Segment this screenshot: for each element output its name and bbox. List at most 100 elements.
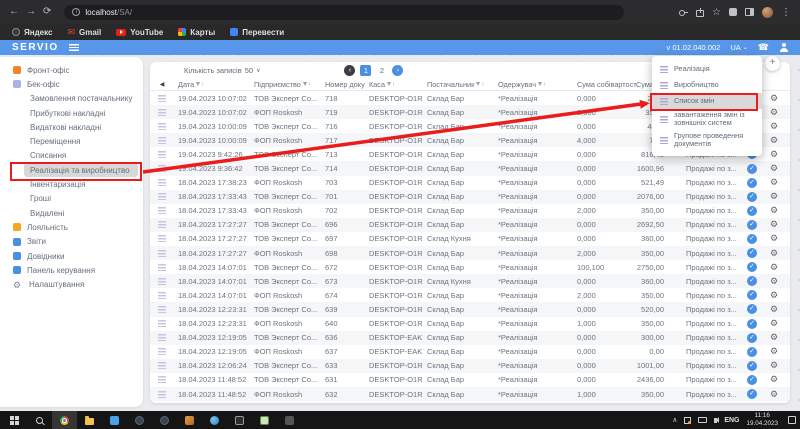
notification-center-icon[interactable] <box>788 416 796 424</box>
browser-menu-icon[interactable] <box>781 7 791 18</box>
table-row[interactable]: 18.04.2023 12:19:05 ТОВ Эксперт Со... 63… <box>150 331 790 345</box>
row-settings-gear-icon[interactable]: ⚙ <box>762 164 786 173</box>
menu-item[interactable]: Реалізація <box>652 61 762 77</box>
table-row[interactable]: 18.04.2023 17:27:27 ТОВ Эксперт Со... 69… <box>150 232 790 246</box>
posted-check-icon[interactable]: ✓ <box>747 220 757 230</box>
drag-handle-icon[interactable] <box>158 334 166 341</box>
sidebar-item[interactable]: Лояльність <box>0 220 143 234</box>
menu-item[interactable]: Групове проведення документів <box>652 130 762 151</box>
table-row[interactable]: 18.04.2023 17:27:27 ФОП Roskosh 698 DESK… <box>150 246 790 260</box>
app-button-1[interactable] <box>127 411 152 429</box>
row-settings-gear-icon[interactable]: ⚙ <box>762 333 786 342</box>
posted-check-icon[interactable]: ✓ <box>747 178 757 188</box>
drag-handle-icon[interactable] <box>158 151 166 158</box>
sidebar-item[interactable]: Бек-офіс <box>0 77 143 91</box>
row-settings-gear-icon[interactable]: ⚙ <box>762 192 786 201</box>
archive-button[interactable] <box>227 411 252 429</box>
row-settings-gear-icon[interactable]: ⚙ <box>762 108 786 117</box>
row-settings-gear-icon[interactable]: ⚙ <box>762 375 786 384</box>
drag-handle-icon[interactable] <box>158 193 166 200</box>
row-settings-gear-icon[interactable]: ⚙ <box>762 136 786 145</box>
drag-handle-icon[interactable] <box>158 306 166 313</box>
password-key-icon[interactable] <box>679 8 688 17</box>
extensions-icon[interactable] <box>729 8 737 16</box>
table-row[interactable]: 18.04.2023 14:07:01 ТОВ Эксперт Со... 67… <box>150 260 790 274</box>
app-button-3[interactable] <box>177 411 202 429</box>
filter-sort-icon[interactable]: ↓ <box>476 81 484 87</box>
posted-check-icon[interactable]: ✓ <box>747 234 757 244</box>
volume-icon[interactable] <box>714 418 717 423</box>
posted-check-icon[interactable]: ✓ <box>747 375 757 385</box>
hamburger-menu-icon[interactable] <box>69 44 79 51</box>
forward-icon[interactable]: → <box>26 7 36 17</box>
share-icon[interactable] <box>696 10 704 17</box>
photos-button[interactable] <box>102 411 127 429</box>
drag-handle-icon[interactable] <box>158 348 166 355</box>
drag-handle-icon[interactable] <box>158 165 166 172</box>
posted-check-icon[interactable]: ✓ <box>747 248 757 258</box>
back-icon[interactable]: ← <box>9 7 19 17</box>
sidebar-item[interactable]: Інвентаризація <box>0 177 143 191</box>
posted-check-icon[interactable]: ✓ <box>747 290 757 300</box>
site-info-icon[interactable]: i <box>72 8 80 16</box>
tray-chevron-up-icon[interactable]: ∧ <box>672 416 677 424</box>
column-header-date[interactable]: Дата↓ <box>174 80 250 89</box>
row-settings-gear-icon[interactable]: ⚙ <box>762 291 786 300</box>
posted-check-icon[interactable]: ✓ <box>747 262 757 272</box>
table-row[interactable]: 18.04.2023 17:33:43 ТОВ Эксперт Со... 70… <box>150 190 790 204</box>
drag-handle-icon[interactable] <box>158 221 166 228</box>
explorer-button[interactable] <box>77 411 102 429</box>
sidebar-item[interactable]: Реалізація та виробництво <box>24 163 138 177</box>
table-row[interactable]: 18.04.2023 17:27:27 ТОВ Эксперт Со... 69… <box>150 218 790 232</box>
row-settings-gear-icon[interactable]: ⚙ <box>762 249 786 258</box>
drag-handle-icon[interactable] <box>158 362 166 369</box>
sidebar-item[interactable]: Прибуткові накладні <box>0 106 143 120</box>
sidebar-item[interactable]: Фронт-офіс <box>0 63 143 77</box>
posted-check-icon[interactable]: ✓ <box>747 206 757 216</box>
posted-check-icon[interactable]: ✓ <box>747 347 757 357</box>
posted-check-icon[interactable]: ✓ <box>747 304 757 314</box>
bookmark[interactable]: Яндекс <box>12 28 52 37</box>
user-icon[interactable] <box>779 43 788 52</box>
table-row[interactable]: 18.04.2023 17:38:23 ФОП Roskosh 703 DESK… <box>150 176 790 190</box>
filter-sort-icon[interactable]: ↓ <box>387 81 395 87</box>
editor-button[interactable] <box>252 411 277 429</box>
bookmark[interactable]: Перевести <box>230 28 284 37</box>
menu-item[interactable]: завантаження змін із зовнішніх систем <box>652 109 762 130</box>
table-row[interactable]: 19.04.2023 9:36:42 ТОВ Эксперт Со... 714… <box>150 161 790 175</box>
sidebar-item[interactable]: Довідники <box>0 249 143 263</box>
sidebar-item[interactable]: Видаткові накладні <box>0 120 143 134</box>
side-panel-icon[interactable] <box>745 8 754 16</box>
table-row[interactable]: 18.04.2023 12:06:24 ТОВ Эксперт Со... 63… <box>150 359 790 373</box>
sidebar-item[interactable]: Звіти <box>0 235 143 249</box>
sidebar-item[interactable]: Списання <box>0 149 143 163</box>
filter-sort-icon[interactable]: ↓ <box>538 81 546 87</box>
sidebar-item[interactable]: Панель керування <box>0 263 143 277</box>
sidebar-item[interactable]: Гроші <box>0 192 143 206</box>
row-settings-gear-icon[interactable]: ⚙ <box>762 206 786 215</box>
filter-sort-icon[interactable]: ↓ <box>303 81 311 87</box>
page-button[interactable]: 1 <box>360 65 371 76</box>
table-row[interactable]: 18.04.2023 14:07:01 ТОВ Эксперт Со... 67… <box>150 274 790 288</box>
table-row[interactable]: 18.04.2023 11:48:52 ФОП Roskosh 632 DESK… <box>150 387 790 401</box>
table-row[interactable]: 18.04.2023 12:19:05 ФОП Roskosh 637 DESK… <box>150 345 790 359</box>
row-settings-gear-icon[interactable]: ⚙ <box>762 319 786 328</box>
row-settings-gear-icon[interactable]: ⚙ <box>762 122 786 131</box>
drag-handle-icon[interactable] <box>158 95 166 102</box>
menu-item[interactable]: Список змін <box>652 93 762 109</box>
address-bar[interactable]: i localhost/SA/ <box>64 5 624 20</box>
posted-check-icon[interactable]: ✓ <box>747 333 757 343</box>
drag-handle-icon[interactable] <box>158 123 166 130</box>
security-flag-icon[interactable] <box>684 417 691 424</box>
column-header-cost[interactable]: Сума собівартості↓ <box>573 80 636 89</box>
row-settings-gear-icon[interactable]: ⚙ <box>762 234 786 243</box>
drag-handle-icon[interactable] <box>158 391 166 398</box>
search-button[interactable] <box>27 411 52 429</box>
next-page-button[interactable]: › <box>392 65 403 76</box>
table-row[interactable]: 18.04.2023 14:07:01 ФОП Roskosh 674 DESK… <box>150 288 790 302</box>
bookmark-star-icon[interactable] <box>712 7 721 18</box>
add-document-button[interactable]: + <box>765 56 780 71</box>
bookmark[interactable]: YouTube <box>116 28 163 37</box>
network-icon[interactable] <box>698 417 707 423</box>
language-selector[interactable]: UA⌄ <box>730 43 747 52</box>
